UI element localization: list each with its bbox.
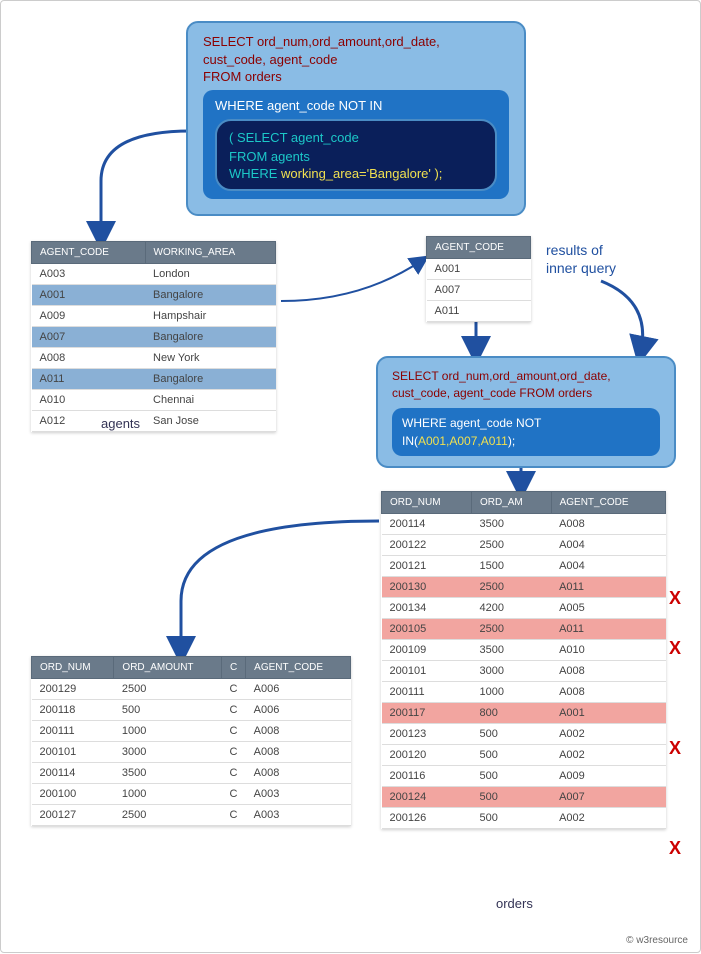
sql-resolved-query-box: SELECT ord_num,ord_amount,ord_date, cust…: [376, 356, 676, 468]
excluded-row-x-icon: X: [669, 738, 681, 759]
table-row: A007Bangalore: [32, 327, 276, 348]
table-row: 2001111000CA008: [32, 721, 351, 742]
table-row: A001: [427, 259, 531, 280]
credit-text: © w3resource: [626, 935, 688, 946]
table-row: 2001111000A008: [382, 682, 666, 703]
table-row: 200120500A002: [382, 745, 666, 766]
table-row: 2001143500CA008: [32, 763, 351, 784]
table-row: 2001001000CA003: [32, 784, 351, 805]
sql2-select1: SELECT ord_num,ord_amount,ord_date,: [392, 368, 660, 385]
table-row: A011Bangalore: [32, 369, 276, 390]
table-row: 2001093500A010: [382, 640, 666, 661]
table-row: 200118500CA006: [32, 700, 351, 721]
table-row: 200116500A009: [382, 766, 666, 787]
sql-where-clause: WHERE agent_code NOT IN ( SELECT agent_c…: [203, 90, 509, 198]
agents-header-area: WORKING_AREA: [145, 242, 275, 264]
sql-subquery-box: ( SELECT agent_code FROM agents WHERE wo…: [215, 119, 497, 190]
result-header: AGENT_CODE: [427, 237, 531, 259]
table-row: A007: [427, 280, 531, 301]
orders-header-num: ORD_NUM: [382, 492, 472, 514]
table-row: A011: [427, 301, 531, 322]
table-row: A010Chennai: [32, 390, 276, 411]
sql-inner-where: WHERE working_area='Bangalore' );: [229, 166, 483, 181]
final-header-amt: ORD_AMOUNT: [114, 657, 222, 679]
table-row: 2001052500A011: [382, 619, 666, 640]
orders-label: orders: [496, 896, 533, 911]
table-row: 2001013000A008: [382, 661, 666, 682]
sql2-where-post: );: [508, 434, 515, 448]
agents-table: AGENT_CODE WORKING_AREA A003LondonA001Ba…: [31, 241, 276, 432]
final-header-c: C: [221, 657, 245, 679]
table-row: 2001272500CA003: [32, 805, 351, 826]
table-row: 2001143500A008: [382, 514, 666, 535]
table-row: A012San Jose: [32, 411, 276, 432]
excluded-row-x-icon: X: [669, 638, 681, 659]
sql-inner-from: FROM agents: [229, 148, 483, 166]
agents-label: agents: [101, 416, 140, 431]
table-row: 200124500A007: [382, 787, 666, 808]
agents-header-code: AGENT_CODE: [32, 242, 146, 264]
table-row: A003London: [32, 264, 276, 285]
table-row: A009Hampshair: [32, 306, 276, 327]
table-row: 2001302500A011: [382, 577, 666, 598]
table-row: 2001222500A004: [382, 535, 666, 556]
sql-select-line2: cust_code, agent_code: [203, 51, 509, 69]
sql2-where-values: A001,A007,A011: [418, 434, 508, 448]
orders-table: ORD_NUM ORD_AM AGENT_CODE 2001143500A008…: [381, 491, 666, 829]
sql-inner-select: ( SELECT agent_code: [229, 129, 483, 147]
final-header-num: ORD_NUM: [32, 657, 114, 679]
inner-result-label: results ofinner query: [546, 241, 616, 277]
orders-header-agent: AGENT_CODE: [551, 492, 665, 514]
table-row: 2001292500CA006: [32, 679, 351, 700]
sql-select-line1: SELECT ord_num,ord_amount,ord_date,: [203, 33, 509, 51]
sql2-where-clause: WHERE agent_code NOT IN(A001,A007,A011);: [392, 408, 660, 456]
table-row: 2001211500A004: [382, 556, 666, 577]
final-header-agent: AGENT_CODE: [246, 657, 351, 679]
final-result-table: ORD_NUM ORD_AMOUNT C AGENT_CODE 20012925…: [31, 656, 351, 826]
table-row: 200126500A002: [382, 808, 666, 829]
sql-from: FROM orders: [203, 69, 509, 84]
table-row: A008New York: [32, 348, 276, 369]
table-row: 200117800A001: [382, 703, 666, 724]
table-row: 2001013000CA008: [32, 742, 351, 763]
excluded-row-x-icon: X: [669, 838, 681, 859]
sql2-select2: cust_code, agent_code FROM orders: [392, 385, 660, 402]
orders-header-amt: ORD_AM: [471, 492, 551, 514]
excluded-row-x-icon: X: [669, 588, 681, 609]
table-row: 200123500A002: [382, 724, 666, 745]
sql-where-text: WHERE agent_code NOT IN: [215, 98, 497, 113]
table-row: 2001344200A005: [382, 598, 666, 619]
sql-outer-query-box: SELECT ord_num,ord_amount,ord_date, cust…: [186, 21, 526, 216]
table-row: A001Bangalore: [32, 285, 276, 306]
inner-result-table: AGENT_CODE A001A007A011: [426, 236, 531, 322]
